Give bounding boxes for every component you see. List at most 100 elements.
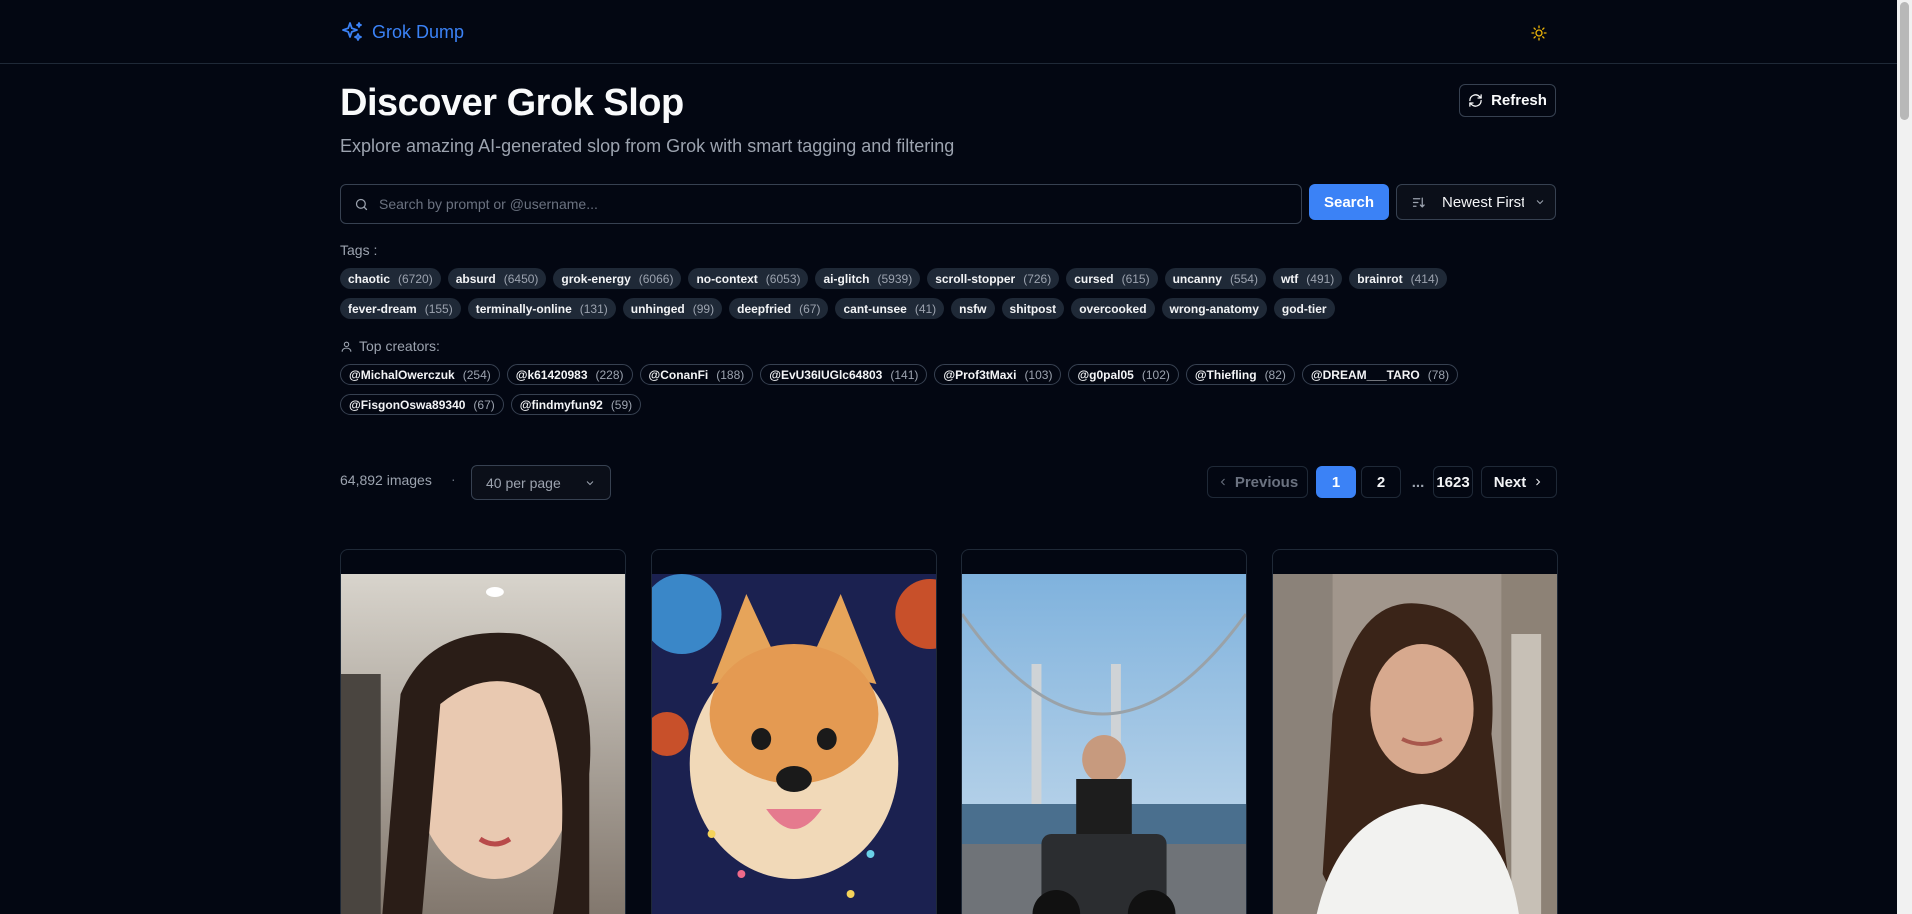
tag-chip[interactable]: nsfw xyxy=(951,298,995,319)
sort-dropdown[interactable]: Newest First xyxy=(1396,184,1556,220)
tag-chip-name: grok-energy xyxy=(561,271,631,286)
tag-chip-name: nsfw xyxy=(959,301,987,316)
tag-list-row-2: fever-dream (155) terminally-online (131) un… xyxy=(340,298,1335,319)
tag-chip[interactable]: god-tier xyxy=(1273,298,1335,319)
top-navbar: Grok Dump xyxy=(0,0,1897,64)
tag-chip-name: no-context xyxy=(696,271,758,286)
creator-chip-name: @k61420983 xyxy=(515,367,588,382)
per-page-dropdown[interactable]: 40 per page xyxy=(471,465,611,500)
tag-chip-name: chaotic xyxy=(348,271,391,286)
creators-label: Top creators: xyxy=(340,338,440,354)
theme-toggle-button[interactable] xyxy=(1526,20,1552,46)
creator-chip[interactable]: @findmyfun92 (59) xyxy=(510,394,642,415)
tag-chip[interactable]: uncanny (554) xyxy=(1164,268,1266,289)
creator-list-row-1: @MichalOwerczuk (254) @k61420983 (228) @Cona… xyxy=(340,364,1459,385)
tag-chip[interactable]: no-context (6053) xyxy=(688,268,809,289)
shiba-dog-image[interactable] xyxy=(652,574,936,914)
search-button[interactable]: Search xyxy=(1309,184,1389,220)
creator-chip-count: (254) xyxy=(462,367,491,382)
tag-chip[interactable]: fever-dream (155) xyxy=(340,298,461,319)
tag-chip[interactable]: absurd (6450) xyxy=(447,268,547,289)
tag-chip[interactable]: terminally-online (131) xyxy=(467,298,616,319)
creator-chip-count: (82) xyxy=(1264,367,1286,382)
tag-chip-count: (5939) xyxy=(877,271,913,286)
tag-list-row-1: chaotic (6720) absurd (6450) grok-energy (606… xyxy=(340,268,1447,289)
tag-chip-name: ai-glitch xyxy=(823,271,870,286)
pagination-ellipsis: ... xyxy=(1411,473,1425,491)
tag-chip-count: (615) xyxy=(1121,271,1150,286)
portrait-woman-image[interactable] xyxy=(341,574,625,914)
tag-chip-count: (726) xyxy=(1023,271,1052,286)
page-subtitle: Explore amazing AI-generated slop from G… xyxy=(340,136,955,156)
image-card[interactable] xyxy=(1272,549,1558,914)
tag-chip[interactable]: cursed (615) xyxy=(1066,268,1158,289)
search-field[interactable] xyxy=(340,184,1302,224)
next-label: Next xyxy=(1493,473,1527,491)
page-1-button[interactable]: 1 xyxy=(1316,466,1356,498)
creator-chip[interactable]: @MichalOwerczuk (254) xyxy=(340,364,500,385)
creator-chip[interactable]: @k61420983 (228) xyxy=(506,364,633,385)
creator-chip-count: (67) xyxy=(473,397,495,412)
tag-chip[interactable]: ai-glitch (5939) xyxy=(815,268,921,289)
creator-chip-name: @Thiefling xyxy=(1194,367,1257,382)
refresh-button[interactable]: Refresh xyxy=(1459,84,1556,117)
refresh-icon xyxy=(1469,94,1482,107)
tags-label-text: Tags : xyxy=(340,242,378,258)
tag-chip-name: unhinged xyxy=(630,301,685,316)
previous-page-button[interactable]: Previous xyxy=(1207,466,1308,498)
tag-chip-name: terminally-online xyxy=(475,301,572,316)
user-icon xyxy=(341,341,352,352)
tag-chip[interactable]: scroll-stopper (726) xyxy=(927,268,1060,289)
creator-chip[interactable]: @EvU36IUGlc64803 (141) xyxy=(760,364,928,385)
tags-label: Tags : xyxy=(340,242,377,258)
per-page-value: 40 per page xyxy=(486,474,561,491)
creator-chip-name: @MichalOwerczuk xyxy=(349,367,455,382)
image-card[interactable] xyxy=(961,549,1247,914)
sun-icon xyxy=(1531,25,1547,41)
portrait-woman-balcony-image[interactable] xyxy=(1273,574,1557,914)
page-scrollbar[interactable] xyxy=(1897,0,1912,914)
creator-chip-name: @g0pal05 xyxy=(1077,367,1134,382)
last-page-button[interactable]: 1623 xyxy=(1433,466,1473,498)
separator-dot: · xyxy=(451,471,456,487)
next-page-button[interactable]: Next xyxy=(1481,466,1557,498)
tag-chip[interactable]: deepfried (67) xyxy=(729,298,829,319)
app-logo[interactable]: Grok Dump xyxy=(340,20,464,44)
tag-chip[interactable]: brainrot (414) xyxy=(1349,268,1447,289)
creator-chip[interactable]: @Prof3tMaxi (103) xyxy=(934,364,1062,385)
chevron-down-icon xyxy=(586,480,594,485)
creator-chip[interactable]: @g0pal05 (102) xyxy=(1068,364,1179,385)
page-2-button[interactable]: 2 xyxy=(1361,466,1401,498)
tag-chip[interactable]: cant-unsee (41) xyxy=(835,298,945,319)
app-name: Grok Dump xyxy=(372,21,465,42)
page-title: Discover Grok Slop xyxy=(340,82,684,124)
creator-chip-name: @DREAM___TARO xyxy=(1310,367,1420,382)
scrollbar-thumb[interactable] xyxy=(1900,2,1909,120)
tag-chip[interactable]: wtf (491) xyxy=(1272,268,1343,289)
tag-chip[interactable]: shitpost xyxy=(1001,298,1065,319)
tag-chip[interactable]: chaotic (6720) xyxy=(340,268,441,289)
creator-chip-count: (228) xyxy=(595,367,624,382)
tag-chip-count: (6066) xyxy=(638,271,674,286)
tag-chip-count: (6053) xyxy=(765,271,801,286)
search-input[interactable] xyxy=(379,196,1279,212)
image-card[interactable] xyxy=(651,549,937,914)
creator-chip-count: (188) xyxy=(716,367,745,382)
creator-chip[interactable]: @DREAM___TARO (78) xyxy=(1301,364,1459,385)
creator-chip[interactable]: @FisgonOswa89340 (67) xyxy=(340,394,504,415)
image-card[interactable] xyxy=(340,549,626,914)
creator-chip[interactable]: @Thiefling (82) xyxy=(1185,364,1295,385)
tag-chip-name: cursed xyxy=(1074,271,1114,286)
creator-chip-name: @ConanFi xyxy=(648,367,709,382)
tag-chip-name: scroll-stopper xyxy=(935,271,1016,286)
tag-chip-name: cant-unsee xyxy=(843,301,907,316)
tag-chip[interactable]: overcooked xyxy=(1071,298,1155,319)
tag-chip-count: (131) xyxy=(579,301,608,316)
tag-chip[interactable]: wrong-anatomy xyxy=(1161,298,1267,319)
tag-chip[interactable]: unhinged (99) xyxy=(622,298,723,319)
atv-bridge-image[interactable] xyxy=(962,574,1246,914)
creator-chip[interactable]: @ConanFi (188) xyxy=(639,364,754,385)
tag-chip-count: (554) xyxy=(1229,271,1258,286)
creator-chip-count: (59) xyxy=(610,397,633,412)
tag-chip[interactable]: grok-energy (6066) xyxy=(553,268,682,289)
